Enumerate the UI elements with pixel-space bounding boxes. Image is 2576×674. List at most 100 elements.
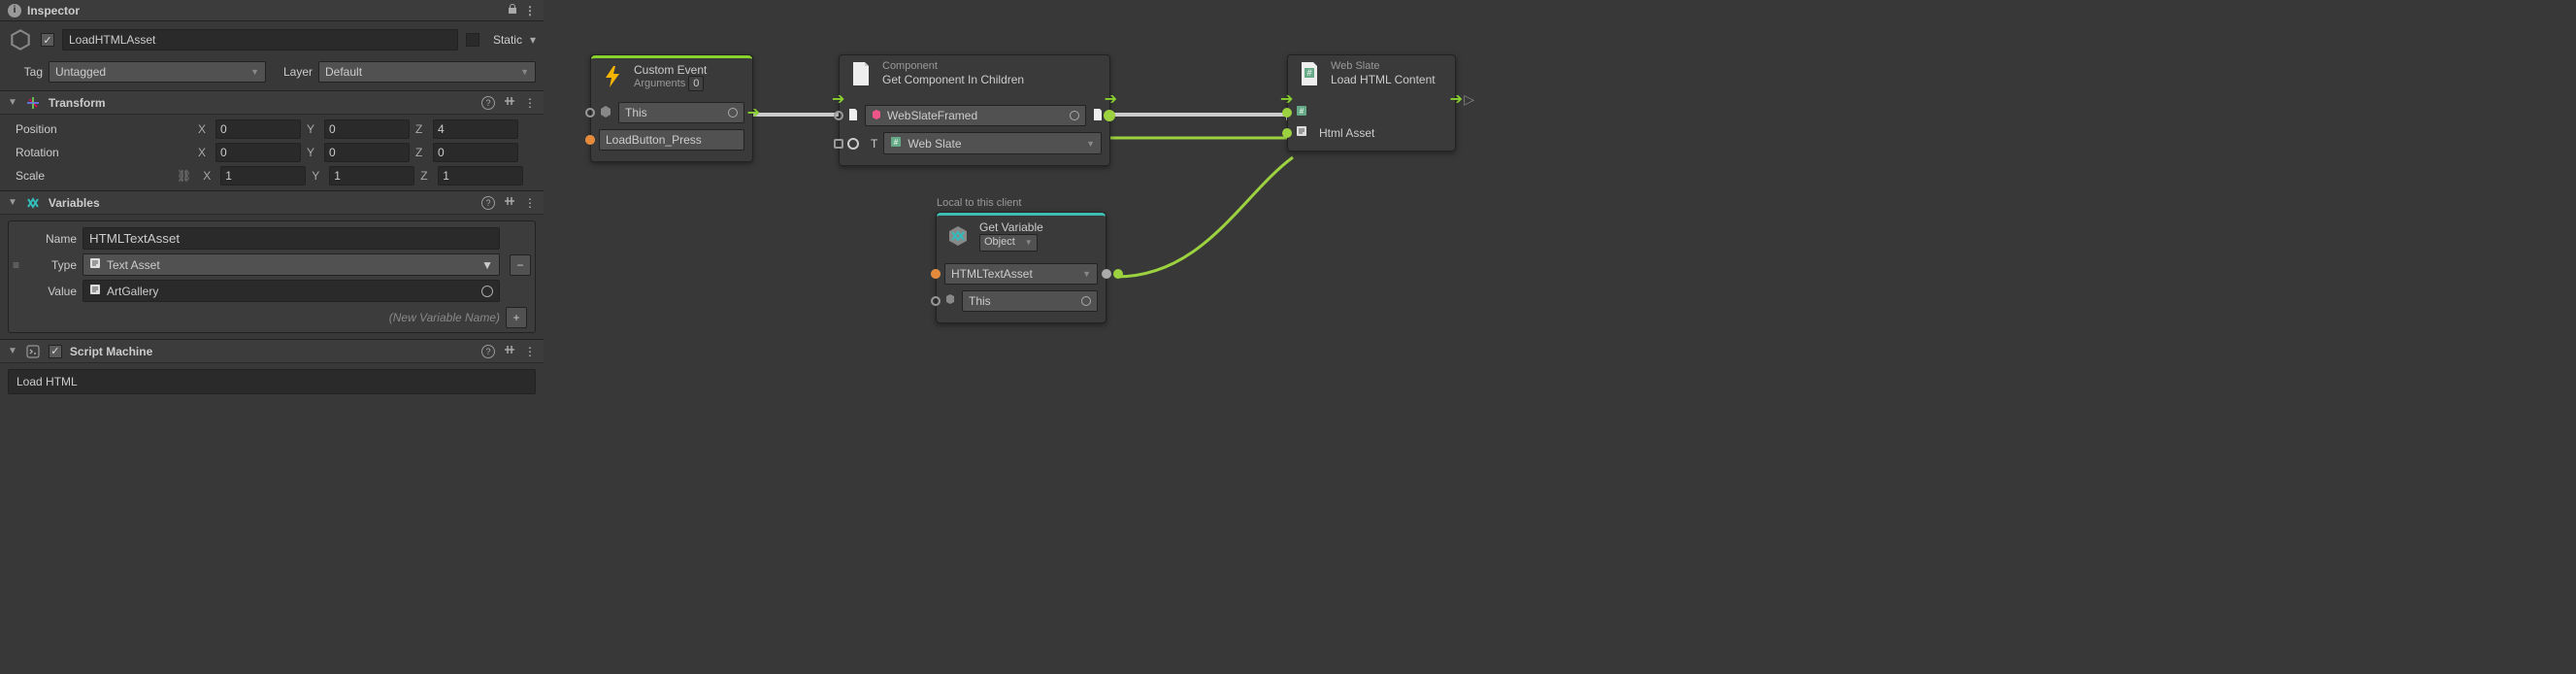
position-x-input[interactable]	[215, 119, 301, 139]
input-port[interactable]	[931, 296, 941, 306]
link-icon[interactable]: ⛓	[177, 169, 191, 183]
arguments-count[interactable]: 0	[688, 76, 704, 91]
port-row-source: This	[944, 287, 1098, 315]
variable-value-text: ArtGallery	[107, 285, 158, 298]
script-file-icon: #	[1296, 60, 1323, 87]
node-custom-event[interactable]: Custom Event Arguments 0 ➔ This	[590, 54, 753, 162]
lock-icon[interactable]	[507, 3, 518, 17]
preset-icon[interactable]	[503, 194, 516, 211]
node-header[interactable]: Custom Event Arguments 0	[591, 55, 752, 95]
gameobject-enabled-checkbox[interactable]: ✓	[41, 33, 54, 47]
input-port[interactable]	[834, 111, 843, 120]
component-menu-icon[interactable]: ⋮	[524, 96, 536, 110]
node-get-component[interactable]: Component Get Component In Children ➔ ➔	[839, 54, 1110, 166]
target-field[interactable]: This	[618, 102, 744, 123]
variables-panel: Name ≡ Type Text Asset ▼ − Va	[8, 220, 536, 333]
node-header[interactable]: # Web Slate Load HTML Content	[1288, 55, 1455, 92]
type-label: T	[871, 137, 877, 151]
chevron-down-icon: ▼	[520, 67, 529, 77]
script-machine-enabled-checkbox[interactable]: ✓	[49, 345, 62, 358]
node-get-variable[interactable]: Local to this client Get Variable Object…	[936, 212, 1106, 323]
help-icon[interactable]: ?	[481, 196, 495, 210]
port-row-type: T # Web Slate ▼	[847, 129, 1102, 157]
type-value: Web Slate	[908, 137, 961, 151]
static-checkbox[interactable]	[466, 33, 479, 47]
rotation-z-input[interactable]	[433, 143, 518, 162]
variable-kind-dropdown[interactable]: Object ▼	[979, 234, 1038, 251]
event-name-field[interactable]: LoadButton_Press	[599, 129, 744, 151]
static-dropdown-arrow[interactable]: ▾	[530, 33, 536, 47]
object-picker-icon[interactable]	[1081, 296, 1091, 306]
port-row-name: LoadButton_Press	[599, 126, 744, 153]
output-port[interactable]	[1104, 110, 1115, 121]
variable-value-field[interactable]: ArtGallery	[83, 280, 500, 302]
local-tag: Local to this client	[937, 197, 1021, 209]
preset-icon[interactable]	[503, 94, 516, 111]
object-picker-icon[interactable]	[1070, 111, 1079, 120]
source-field[interactable]: This	[962, 290, 1098, 312]
string-port[interactable]	[585, 135, 595, 145]
foldout-icon[interactable]: ▼	[8, 97, 17, 108]
variable-name-field[interactable]: HTMLTextAsset ▼	[944, 263, 1098, 285]
scale-y-input[interactable]	[329, 166, 414, 185]
flow-input-port[interactable]: ➔	[1280, 89, 1293, 109]
svg-text:#: #	[1300, 107, 1305, 116]
layer-dropdown[interactable]: Default ▼	[318, 61, 536, 83]
script-small-icon: #	[1296, 105, 1307, 119]
transform-header[interactable]: ▼ Transform ? ⋮	[0, 90, 544, 115]
string-port[interactable]	[931, 269, 941, 279]
foldout-icon[interactable]: ▼	[8, 346, 17, 356]
rotation-x-input[interactable]	[215, 143, 301, 162]
output-port-value[interactable]	[1113, 269, 1123, 279]
graph-canvas[interactable]: Custom Event Arguments 0 ➔ This	[544, 0, 2576, 674]
output-port-type[interactable]	[1102, 269, 1111, 279]
help-icon[interactable]: ?	[481, 96, 495, 110]
asset-input-port[interactable]	[1282, 128, 1292, 138]
help-icon[interactable]: ?	[481, 345, 495, 358]
object-picker-icon[interactable]	[481, 286, 493, 297]
position-z-input[interactable]	[433, 119, 518, 139]
variable-name-input[interactable]	[83, 227, 500, 250]
component-menu-icon[interactable]: ⋮	[524, 345, 536, 358]
flow-input-port[interactable]: ➔	[832, 89, 844, 109]
remove-variable-button[interactable]: −	[510, 254, 531, 276]
component-menu-icon[interactable]: ⋮	[524, 196, 536, 210]
position-y-input[interactable]	[324, 119, 410, 139]
type-input-port[interactable]	[834, 139, 843, 149]
source-value: This	[969, 294, 991, 308]
flow-output-port[interactable]: ➔	[1450, 89, 1463, 109]
variable-type-dropdown[interactable]: Text Asset ▼	[83, 253, 500, 276]
preset-icon[interactable]	[503, 343, 516, 359]
tag-dropdown[interactable]: Untagged ▼	[49, 61, 266, 83]
flow-end-icon: ▷	[1464, 91, 1474, 108]
gameobject-row: ✓ Static ▾	[0, 21, 544, 58]
context-menu-icon[interactable]: ⋮	[524, 4, 536, 17]
node-header[interactable]: Get Variable Object ▼	[937, 213, 1106, 256]
foldout-icon[interactable]: ▼	[8, 197, 17, 208]
type-field[interactable]: # Web Slate ▼	[883, 132, 1102, 154]
target-input-port[interactable]	[1282, 108, 1292, 118]
scale-z-input[interactable]	[438, 166, 523, 185]
gameobject-name-input[interactable]	[62, 29, 458, 51]
flow-output-port[interactable]: ➔	[1105, 89, 1117, 109]
chevron-down-icon: ▼	[1086, 139, 1095, 149]
flow-input-port[interactable]	[585, 108, 595, 118]
variable-type-label: Type	[28, 258, 77, 272]
drag-handle-icon[interactable]: ≡	[13, 258, 22, 272]
scale-x-input[interactable]	[220, 166, 306, 185]
flow-output-port[interactable]: ➔	[747, 103, 760, 122]
object-picker-icon[interactable]	[728, 108, 738, 118]
node-title-text: Get Variable	[979, 220, 1043, 234]
inspector-header: i Inspector ⋮	[0, 0, 544, 21]
variables-header[interactable]: ▼ Variables ? ⋮	[0, 190, 544, 215]
node-load-html[interactable]: # Web Slate Load HTML Content ➔ ➔ ▷ #	[1287, 54, 1456, 152]
event-name-value: LoadButton_Press	[606, 133, 702, 147]
script-machine-header[interactable]: ▼ ✓ Script Machine ? ⋮	[0, 339, 544, 363]
graph-name-field[interactable]: Load HTML	[8, 369, 536, 394]
add-variable-button[interactable]: +	[506, 307, 527, 328]
target-field[interactable]: WebSlateFramed	[865, 105, 1086, 126]
layer-label: Layer	[272, 65, 313, 79]
rotation-y-input[interactable]	[324, 143, 410, 162]
layer-value: Default	[325, 65, 362, 79]
node-header[interactable]: Component Get Component In Children	[840, 55, 1109, 92]
